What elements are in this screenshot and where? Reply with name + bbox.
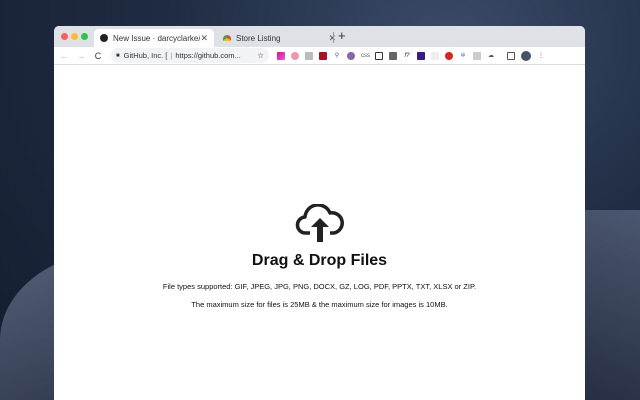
dropzone[interactable]: Drag & Drop Files File types supported: … [54, 65, 585, 400]
profile-avatar[interactable] [521, 50, 531, 61]
cloud-download-icon[interactable]: ☁ [487, 52, 495, 60]
css-icon[interactable]: css [361, 52, 370, 60]
tab-divider [333, 32, 334, 43]
lock-icon: ■ [116, 52, 120, 59]
toolbar: ← → C ■ GitHub, Inc. [ | https://github.… [54, 47, 585, 65]
tab-title: Store Listing [236, 33, 281, 43]
minimize-window-button[interactable] [71, 33, 78, 40]
tab-title: New Issue · darcyclarke/octofi [113, 33, 201, 43]
gem-icon[interactable] [277, 51, 285, 60]
github-icon [100, 34, 108, 42]
tab-strip: New Issue · darcyclarke/octofi ✕ Store L… [54, 26, 585, 47]
function-icon[interactable]: f? [403, 52, 411, 60]
supported-types: File types supported: GIF, JPEG, JPG, PN… [162, 282, 477, 291]
star-icon[interactable]: ☆ [257, 51, 264, 60]
dropzone-title: Drag & Drop Files [251, 252, 388, 269]
browser-window: New Issue · darcyclarke/octofi ✕ Store L… [54, 26, 585, 400]
site-identity: GitHub, Inc. [ [123, 51, 168, 60]
cast-icon[interactable] [507, 51, 515, 60]
close-tab-icon[interactable]: ✕ [200, 33, 208, 44]
chrome-webstore-icon [223, 35, 231, 41]
close-window-button[interactable] [61, 33, 68, 40]
shield-badge-icon[interactable] [319, 51, 327, 60]
divider: | [170, 51, 173, 60]
extensions-bar: ⚲ css f? ✲ ☁ ⋮ [277, 50, 545, 61]
forward-icon[interactable]: → [74, 51, 88, 61]
octo-icon[interactable] [347, 51, 355, 60]
new-tab-button[interactable]: + [338, 28, 346, 43]
address-bar[interactable]: ■ GitHub, Inc. [ | https://github.com...… [111, 48, 269, 63]
tab-store-listing[interactable]: Store Listing ✕ [217, 29, 342, 47]
url-text: https://github.com... [175, 51, 241, 60]
grid-icon[interactable] [389, 51, 397, 60]
reload-icon[interactable]: C [91, 51, 105, 61]
ds-icon[interactable]: ✲ [459, 52, 467, 60]
size-limits: The maximum size for files is 25MB & the… [191, 300, 448, 309]
back-icon[interactable]: ← [57, 51, 71, 61]
menu-icon[interactable]: ⋮ [537, 52, 545, 60]
cloud-upload-icon [295, 204, 344, 242]
blocker-icon[interactable] [445, 51, 453, 60]
avatar-ext-icon[interactable] [291, 51, 299, 60]
search-icon[interactable]: ⚲ [333, 52, 341, 60]
picture-icon[interactable] [375, 51, 383, 60]
k-icon[interactable] [305, 51, 313, 60]
es-icon[interactable] [473, 51, 481, 60]
maximize-window-button[interactable] [81, 33, 88, 40]
blank-icon[interactable] [431, 51, 439, 60]
tab-new-issue[interactable]: New Issue · darcyclarke/octofi ✕ [94, 29, 214, 47]
w-icon[interactable] [417, 51, 425, 60]
